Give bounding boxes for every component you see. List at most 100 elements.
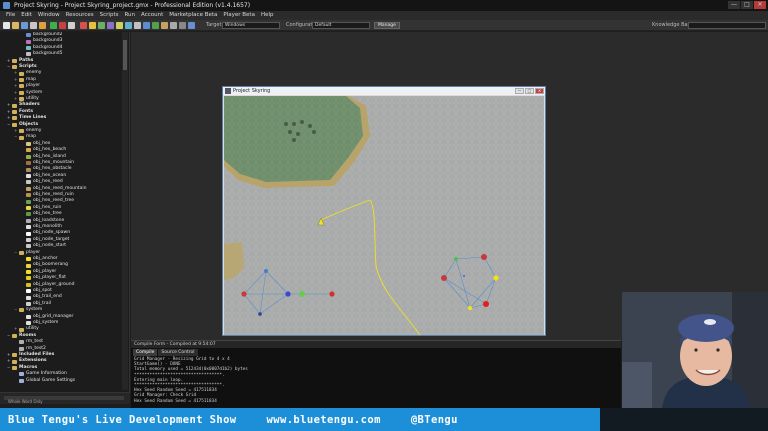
resource-icon [26, 174, 31, 179]
add-shader-icon[interactable] [125, 22, 132, 29]
folder-icon [19, 129, 24, 134]
resource-icon [26, 52, 31, 57]
tree-item[interactable]: Global Game Settings [14, 378, 75, 385]
manage-button[interactable]: Manage [374, 22, 400, 29]
window-titlebar: Project Skyring - Project Skyring_projec… [0, 0, 768, 11]
tab-source-control[interactable]: Source Control [158, 349, 198, 356]
resource-icon [26, 263, 31, 268]
resource-icon [26, 238, 31, 243]
window-title: Project Skyring - Project Skyring_projec… [14, 2, 251, 9]
save-project-icon[interactable] [21, 22, 28, 29]
add-sprite-icon[interactable] [80, 22, 87, 29]
resource-tree: background2 background3 background4 backgro… [0, 32, 130, 392]
presenter-image [622, 292, 768, 408]
tree-scrollbar[interactable] [122, 32, 128, 390]
new-project-icon[interactable] [3, 22, 10, 29]
minimize-button[interactable]: — [728, 1, 740, 9]
menu-bar: File Edit Window Resources Scripts Run A… [0, 11, 768, 20]
folder-icon [19, 250, 24, 255]
menu-file[interactable]: File [6, 11, 15, 20]
open-project-icon[interactable] [12, 22, 19, 29]
resource-icon [26, 295, 31, 300]
menu-edit[interactable]: Edit [21, 11, 32, 20]
folder-icon [12, 116, 17, 121]
resource-icon [26, 321, 31, 326]
resource-icon [26, 289, 31, 294]
menu-window[interactable]: Window [38, 11, 60, 20]
resource-icon [26, 206, 31, 211]
target-select[interactable]: Windows [222, 22, 280, 29]
extensions-icon[interactable] [179, 22, 186, 29]
resource-icon [26, 39, 31, 44]
debug-game-icon[interactable] [59, 22, 66, 29]
folder-icon [19, 78, 24, 83]
folder-icon [19, 327, 24, 332]
add-path-icon[interactable] [107, 22, 114, 29]
add-sound-icon[interactable] [89, 22, 96, 29]
banner-dark-section [600, 408, 768, 431]
folder-icon [12, 65, 17, 70]
tab-compile[interactable]: Compile [133, 349, 158, 356]
help-icon[interactable] [188, 22, 195, 29]
gamemaker-app-icon [3, 2, 10, 9]
clean-icon[interactable] [68, 22, 75, 29]
resource-icon [26, 225, 31, 230]
create-executable-icon[interactable] [30, 22, 37, 29]
resource-icon [26, 282, 31, 287]
resource-icon [26, 148, 31, 153]
compile-form-bar: Compile Form - Compiled at 9:54:07 [131, 341, 621, 348]
add-object-icon[interactable] [152, 22, 159, 29]
game-minimize-button[interactable]: — [515, 88, 524, 94]
game-canvas[interactable] [224, 96, 544, 335]
banner-handle: @BTengu [410, 413, 458, 426]
run-game-icon[interactable] [50, 22, 57, 29]
menu-player[interactable]: Player Beta [223, 11, 255, 20]
folder-icon [12, 110, 17, 115]
resource-icon [26, 167, 31, 172]
add-font-icon[interactable] [134, 22, 141, 29]
resource-icon [26, 314, 31, 319]
maximize-button[interactable]: □ [741, 1, 753, 9]
menu-marketplace[interactable]: Marketplace Beta [169, 11, 217, 20]
folder-icon [19, 135, 24, 140]
menu-resources[interactable]: Resources [66, 11, 94, 20]
resource-icon [26, 46, 31, 51]
add-background-icon[interactable] [98, 22, 105, 29]
game-window[interactable]: Project Skyring — □ ✕ [222, 86, 546, 336]
folder-icon [19, 97, 24, 102]
game-window-icon [225, 88, 231, 94]
knowledge-base-search-input[interactable] [688, 22, 766, 29]
configuration-select[interactable]: Default [312, 22, 370, 29]
resource-icon [26, 193, 31, 198]
resource-icon [26, 186, 31, 191]
resource-icon [26, 276, 31, 281]
resource-icon [19, 372, 24, 377]
add-script-icon[interactable] [116, 22, 123, 29]
whole-word-checkbox-label[interactable]: Whole Word Only [8, 399, 43, 404]
add-room-icon[interactable] [161, 22, 168, 29]
resource-icon [26, 244, 31, 249]
menu-scripts[interactable]: Scripts [100, 11, 119, 20]
stream-banner: Blue Tengu's Live Development Show www.b… [0, 408, 768, 431]
menu-account[interactable]: Account [141, 11, 163, 20]
resource-icon [19, 346, 24, 351]
tree-scrollbar-thumb[interactable] [123, 40, 127, 70]
game-close-button[interactable]: ✕ [535, 88, 544, 94]
close-button[interactable]: ✕ [754, 1, 766, 9]
export-icon[interactable] [39, 22, 46, 29]
folder-icon [12, 103, 17, 108]
resource-icon [26, 180, 31, 185]
game-maximize-button[interactable]: □ [525, 88, 534, 94]
game-window-titlebar[interactable]: Project Skyring — □ ✕ [223, 87, 545, 95]
log-line: Hex Seed Random Seed = 417511834 [134, 398, 217, 404]
folder-icon [19, 84, 24, 89]
game-settings-icon[interactable] [170, 22, 177, 29]
menu-run[interactable]: Run [124, 11, 135, 20]
menu-help[interactable]: Help [261, 11, 274, 20]
folder-icon [12, 359, 17, 364]
banner-show-name: Blue Tengu's Live Development Show [8, 413, 237, 426]
game-window-title: Project Skyring [233, 88, 271, 94]
tree-search-area: Whole Word Only [0, 392, 130, 404]
add-timeline-icon[interactable] [143, 22, 150, 29]
resource-icon [26, 154, 31, 159]
